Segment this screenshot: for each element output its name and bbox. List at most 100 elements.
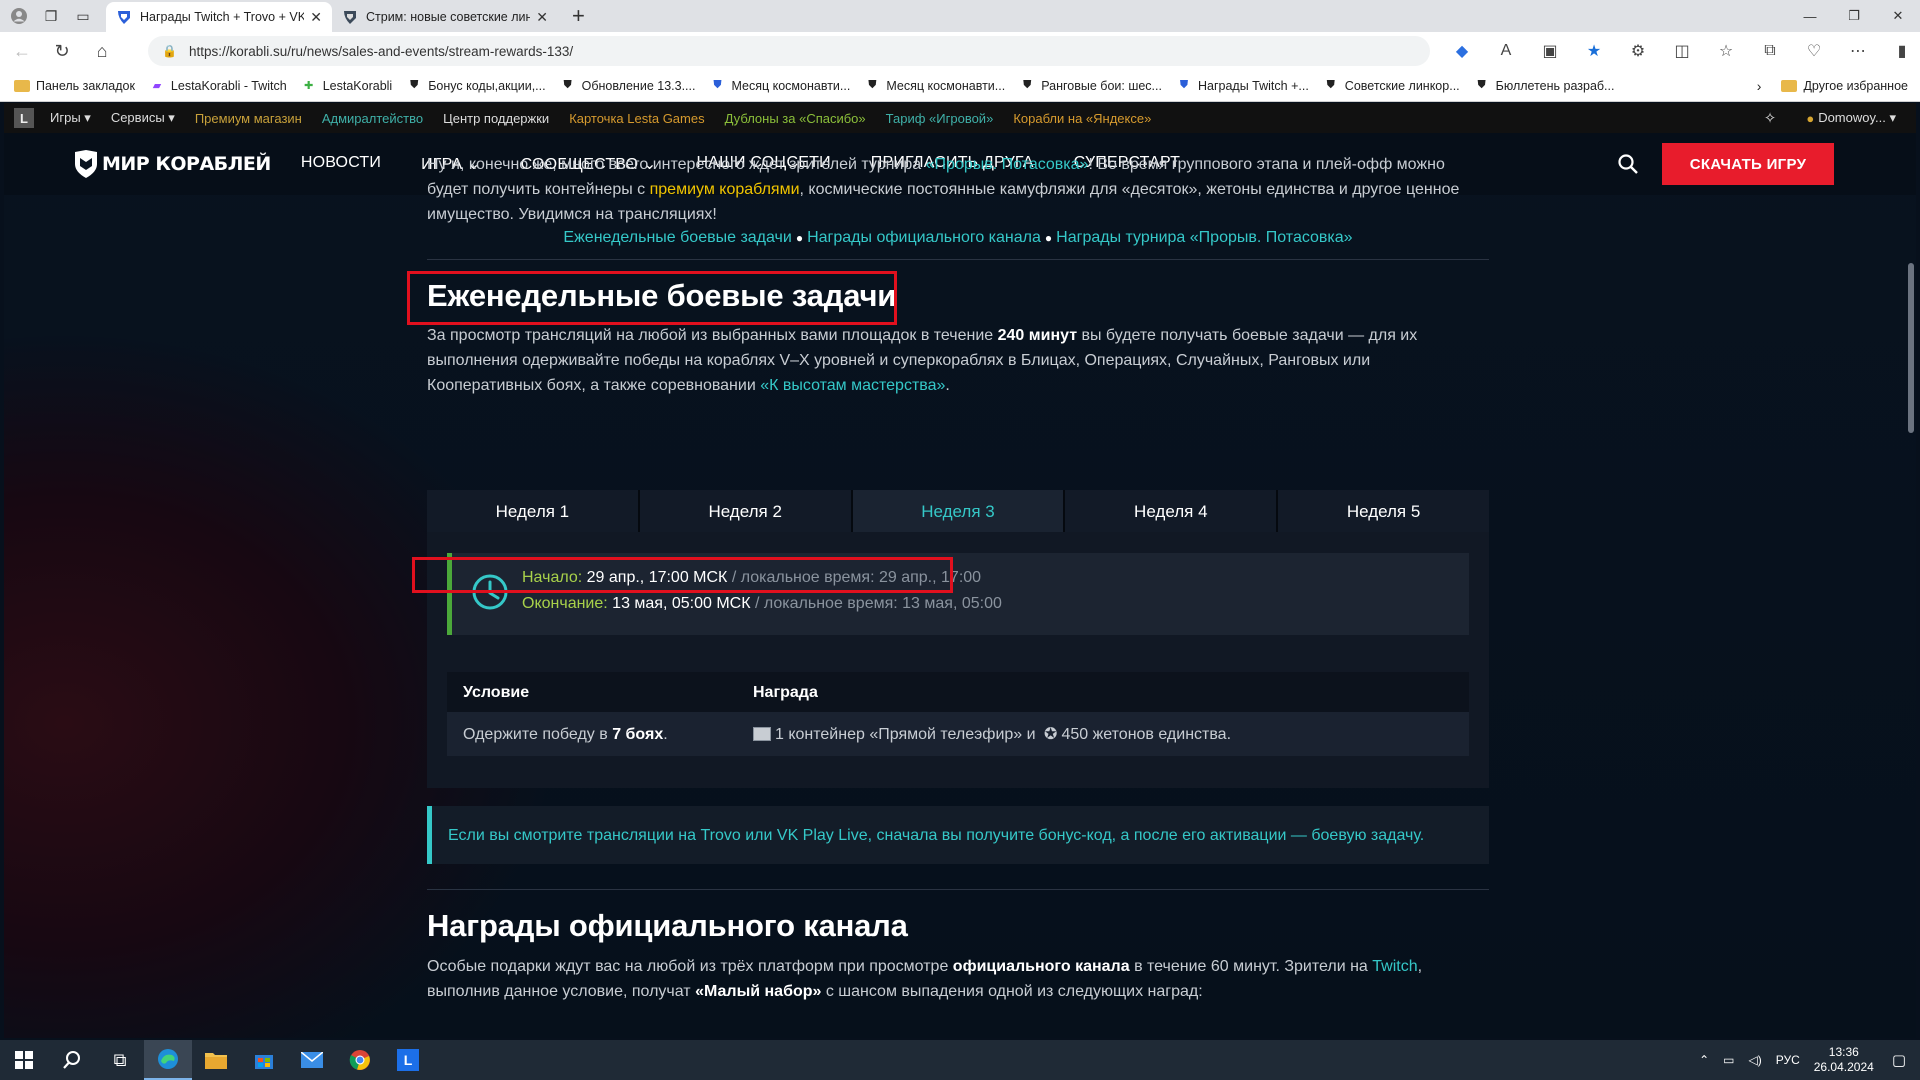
user-menu[interactable]: Domowoy... ▾	[1818, 110, 1896, 126]
lesta-puzzle-icon: ✚	[304, 80, 314, 92]
shield-favicon-icon	[344, 11, 356, 24]
bookmark-item[interactable]: ⛊ Месяц космонавти...	[709, 78, 850, 94]
page-scrollbar[interactable]	[1908, 263, 1914, 433]
lesta-admiralty-link[interactable]: Адмиралтейство	[322, 111, 423, 126]
read-aloud-icon[interactable]: A	[1484, 42, 1528, 60]
tab-week-5[interactable]: Неделя 5	[1278, 490, 1489, 532]
store-icon[interactable]	[240, 1040, 288, 1080]
shield-icon: ⛊	[868, 79, 877, 91]
tab-actions-icon[interactable]: ▭	[70, 3, 96, 29]
close-tab-icon[interactable]: ✕	[310, 9, 322, 26]
bookmark-item[interactable]: ✚ LestaKorabli	[301, 78, 392, 94]
bookmark-item[interactable]: ⛊ Советские линкор...	[1323, 78, 1460, 94]
back-button[interactable]: ←	[4, 36, 40, 66]
file-explorer-icon[interactable]	[192, 1040, 240, 1080]
home-button[interactable]: ⌂	[84, 36, 120, 66]
extension-shield-icon[interactable]: ◆	[1440, 41, 1484, 61]
sidebar-toggle-icon[interactable]: ▮	[1880, 41, 1920, 61]
favorites-icon[interactable]: ☆	[1704, 41, 1748, 61]
tab-week-4[interactable]: Неделя 4	[1065, 490, 1279, 532]
divider	[427, 259, 1489, 260]
tray-clock[interactable]: 13:36 26.04.2024	[1814, 1045, 1874, 1075]
bookmark-item[interactable]: ⛊ Награды Twitch +...	[1176, 78, 1309, 94]
bookmark-item[interactable]: ⛊ Месяц космонавти...	[864, 78, 1005, 94]
lesta-game-center-icon[interactable]: L	[384, 1040, 432, 1080]
anchor-official[interactable]: Награды официального канала	[807, 229, 1041, 246]
tab-week-2[interactable]: Неделя 2	[639, 490, 853, 532]
favorite-star-icon[interactable]: ★	[1572, 41, 1616, 61]
more-menu-icon[interactable]: ⋯	[1836, 41, 1880, 61]
col-reward: Награда	[753, 683, 818, 701]
close-window-icon[interactable]: ✕	[1876, 0, 1920, 32]
url-text: https://korabli.su/ru/news/sales-and-eve…	[188, 43, 574, 59]
bookmark-item[interactable]: ⛊ Бюллетень разраб...	[1474, 78, 1615, 94]
task-view-icon[interactable]: ⧉	[96, 1040, 144, 1080]
extensions-icon[interactable]: ⚙	[1616, 41, 1660, 61]
browser-essentials-icon[interactable]: ♡	[1792, 41, 1836, 61]
lock-icon[interactable]: 🔒	[162, 44, 177, 58]
tab-title: Стрим: новые советские линкоры	[366, 10, 531, 24]
logo-shield-icon	[75, 150, 97, 178]
shield-icon: ⛊	[410, 79, 419, 91]
lesta-tariff-link[interactable]: Тариф «Игровой»	[886, 111, 994, 126]
start-windows-icon[interactable]	[0, 1040, 48, 1080]
lesta-games-menu[interactable]: Игры ▾	[50, 110, 91, 126]
app-available-icon[interactable]: ▣	[1528, 41, 1572, 61]
split-screen-icon[interactable]: ◫	[1660, 41, 1704, 61]
bookmark-item[interactable]: ⛊ Обновление 13.3....	[560, 78, 695, 94]
lesta-card-link[interactable]: Карточка Lesta Games	[569, 111, 704, 126]
nav-news[interactable]: НОВОСТИ	[301, 154, 381, 174]
tray-overflow-icon[interactable]: ⌃	[1699, 1053, 1709, 1067]
tab-soviet-battleships[interactable]: Стрим: новые советские линкоры ✕	[332, 2, 558, 32]
restore-icon[interactable]: ❐	[1832, 0, 1876, 32]
network-icon[interactable]: ▭	[1723, 1053, 1734, 1067]
bookmark-folder[interactable]: Панель закладок	[14, 79, 135, 93]
mail-icon[interactable]	[288, 1040, 336, 1080]
minimize-icon[interactable]: —	[1788, 0, 1832, 32]
refresh-button[interactable]: ↻	[44, 36, 80, 66]
reward-cell: 1 контейнер «Прямой телеэфир» и ✪ 450 жет…	[753, 722, 1469, 747]
close-tab-icon[interactable]: ✕	[536, 9, 548, 26]
other-favorites[interactable]: Другое избранное	[1803, 79, 1908, 93]
tournament-link[interactable]: «Прорыв. Потасовка»	[926, 156, 1089, 173]
site-logo[interactable]: МИР КОРАБЛЕЙ	[74, 150, 271, 178]
lesta-yandex-link[interactable]: Корабли на «Яндексе»	[1013, 111, 1151, 126]
chevron-right-icon[interactable]: ›	[1757, 78, 1762, 94]
tab-week-3[interactable]: Неделя 3	[852, 490, 1066, 532]
col-condition: Условие	[463, 683, 530, 701]
bookmark-item[interactable]: ▰ LestaKorabli - Twitch	[149, 78, 287, 94]
lesta-logo-icon[interactable]: L	[14, 108, 34, 128]
edge-browser-icon[interactable]	[144, 1040, 192, 1080]
web-page: L Игры ▾ Сервисы ▾ Премиум магазин Адмир…	[4, 103, 1916, 1038]
search-icon[interactable]	[1616, 152, 1640, 176]
anchor-weekly[interactable]: Еженедельные боевые задачи	[563, 229, 791, 246]
lesta-services-menu[interactable]: Сервисы ▾	[111, 110, 175, 126]
notification-center-icon[interactable]: ▢	[1892, 1051, 1906, 1069]
collections-icon[interactable]: ⧉	[1748, 42, 1792, 60]
premium-ships-highlight[interactable]: премиум кораблями	[650, 181, 800, 198]
chrome-icon[interactable]	[336, 1040, 384, 1080]
bookmarks-bar: Панель закладок ▰ LestaKorabli - Twitch ✚…	[0, 70, 1920, 102]
profile-icon[interactable]	[6, 3, 32, 29]
volume-icon[interactable]: ◁)	[1748, 1053, 1761, 1067]
mastery-link[interactable]: «К высотам мастерства»	[760, 377, 945, 394]
new-tab-button[interactable]: +	[572, 3, 585, 29]
rewards-table: Условие Награда Одержите победу в 7 боях…	[447, 672, 1469, 756]
workspaces-icon[interactable]: ❐	[38, 3, 64, 29]
week-tabs: Неделя 1 Неделя 2 Неделя 3 Неделя 4 Неде…	[427, 490, 1489, 532]
tab-title: Награды Twitch + Trovo + VK Pl	[140, 10, 305, 24]
lesta-premium-shop-link[interactable]: Премиум магазин	[195, 111, 302, 126]
tab-week-1[interactable]: Неделя 1	[427, 490, 640, 532]
lesta-support-link[interactable]: Центр поддержки	[443, 111, 549, 126]
tab-stream-rewards[interactable]: Награды Twitch + Trovo + VK Pl ✕	[106, 2, 332, 32]
url-field[interactable]: 🔒 https://korabli.su/ru/news/sales-and-e…	[148, 36, 1430, 66]
bookmark-item[interactable]: ⛊ Ранговые бои: шес...	[1019, 78, 1162, 94]
bookmark-item[interactable]: ⛊ Бонус коды,акции,...	[406, 78, 546, 94]
input-language[interactable]: РУС	[1776, 1053, 1800, 1067]
notifications-icon[interactable]: ✧	[1764, 109, 1777, 127]
twitch-link[interactable]: Twitch	[1372, 958, 1417, 975]
anchor-tournament[interactable]: Награды турнира «Прорыв. Потасовка»	[1056, 229, 1352, 246]
lesta-doubloons-link[interactable]: Дублоны за «Спасибо»	[725, 111, 866, 126]
download-game-button[interactable]: СКАЧАТЬ ИГРУ	[1662, 143, 1834, 185]
search-taskbar-icon[interactable]	[48, 1040, 96, 1080]
